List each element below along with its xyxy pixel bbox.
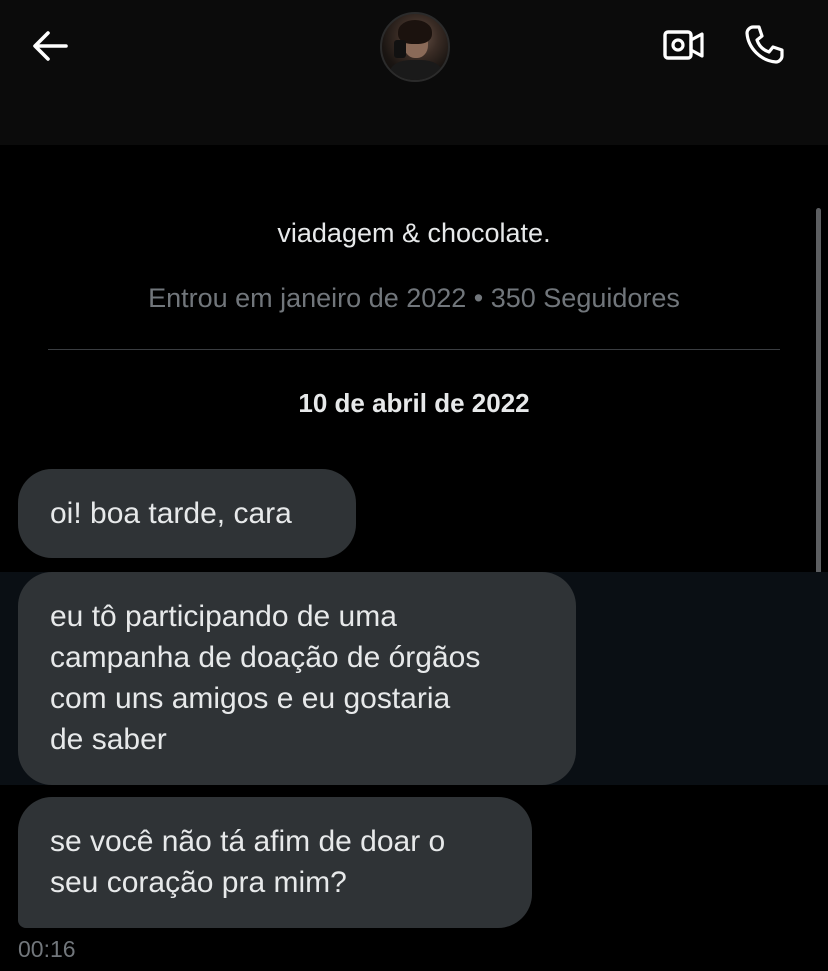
back-button[interactable]	[28, 26, 72, 66]
message-timestamp: 00:16	[18, 936, 76, 962]
voice-call-button[interactable]	[740, 22, 788, 66]
video-camera-icon	[663, 30, 704, 60]
phone-icon	[745, 25, 784, 64]
avatar[interactable]	[380, 12, 450, 82]
message-bubble[interactable]: eu tô participando de uma campanha de do…	[18, 572, 576, 785]
video-call-button[interactable]	[660, 26, 708, 64]
conversation-date: 10 de abril de 2022	[298, 388, 530, 418]
profile-bio: viadagem & chocolate.	[277, 218, 551, 248]
message-bubble[interactable]: se você não tá afim de doar o seu coraçã…	[18, 797, 532, 928]
arrow-left-icon	[33, 31, 68, 61]
profile-meta: Entrou em janeiro de 2022 • 350 Seguidor…	[148, 283, 680, 313]
message-bubble[interactable]: oi! boa tarde, cara	[18, 469, 356, 558]
conversation-header	[0, 0, 828, 145]
divider	[48, 349, 780, 350]
